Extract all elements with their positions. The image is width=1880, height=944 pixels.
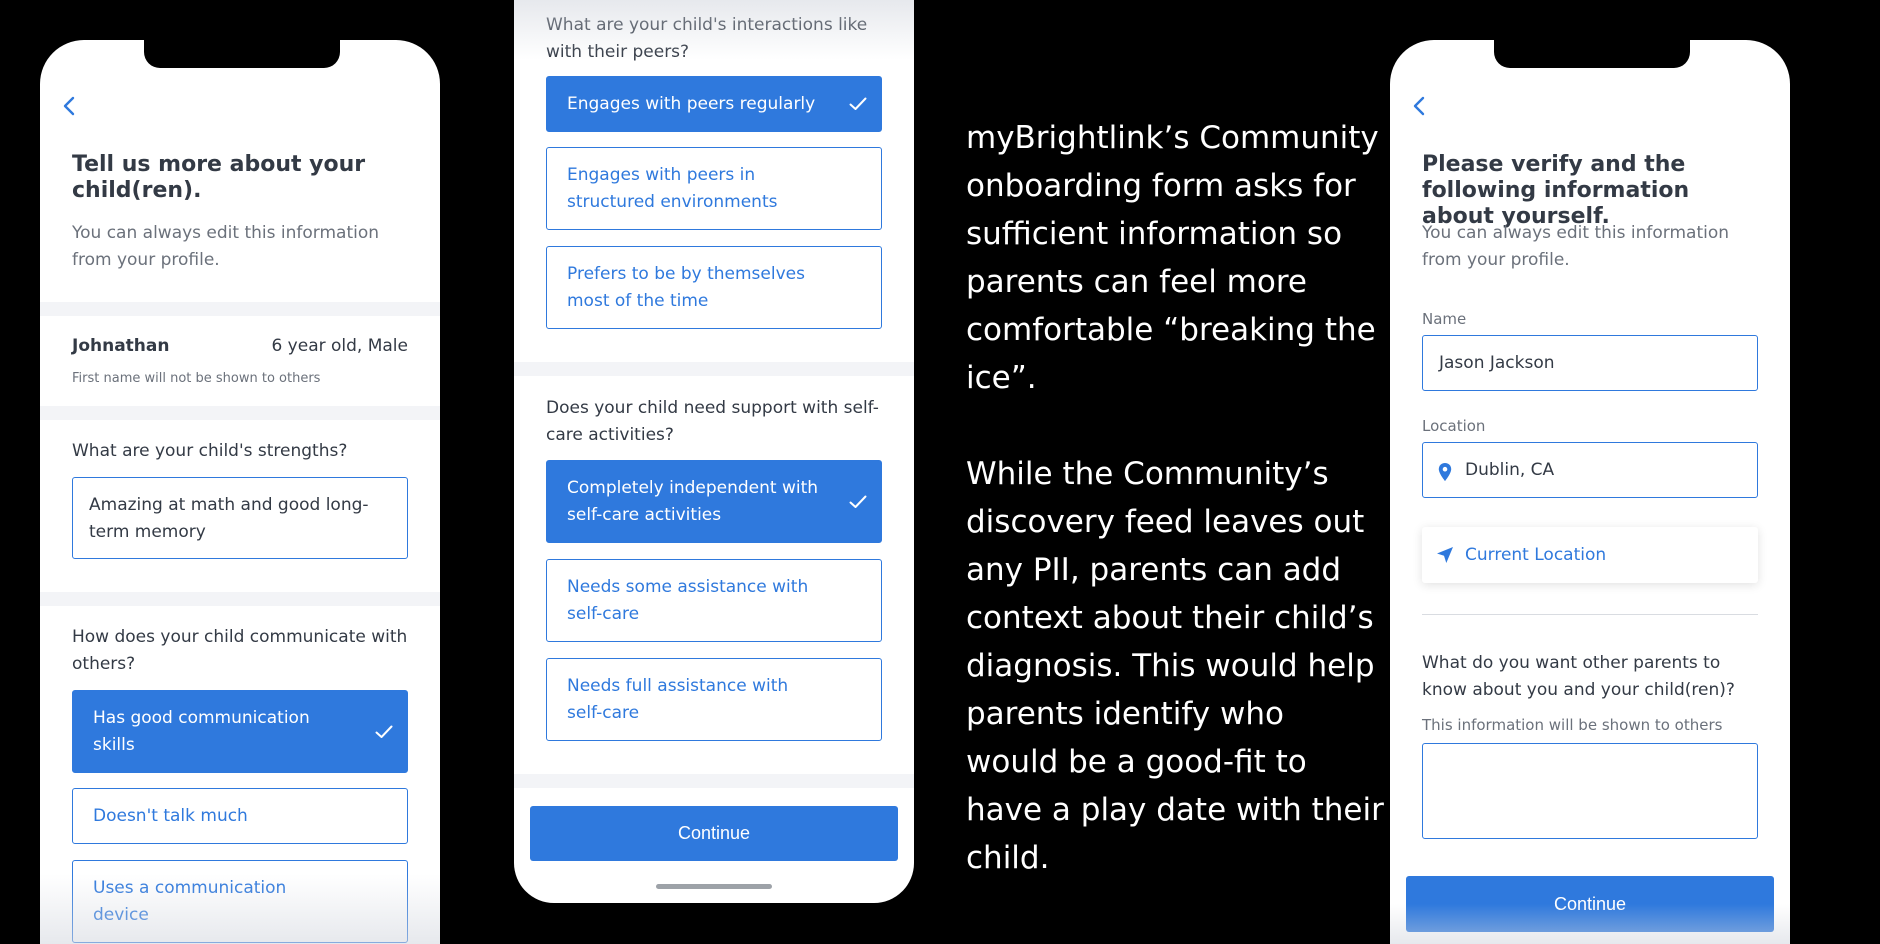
phone-notch (144, 40, 340, 68)
description-paragraph-2: While the Community’s discovery feed lea… (966, 456, 1384, 876)
checkmark-icon (375, 725, 393, 739)
option-engages-structured[interactable]: Engages with peers in structured environ… (546, 147, 882, 230)
phone-screen-child-info: Tell us more about your child(ren). You … (40, 40, 440, 944)
description-paragraph-1: myBrightlink’s Community onboarding form… (966, 120, 1379, 396)
option-label: Uses a communication device (93, 878, 287, 925)
location-field[interactable]: Dublin, CA (1422, 442, 1758, 498)
strengths-question: What are your child's strengths? (72, 441, 348, 461)
option-full-assistance[interactable]: Needs full assistance with self-care (546, 658, 882, 741)
description-text: myBrightlink’s Community onboarding form… (966, 114, 1386, 882)
about-note: This information will be shown to others (1422, 716, 1723, 734)
option-prefers-alone[interactable]: Prefers to be by themselves most of the … (546, 246, 882, 329)
back-chevron-icon[interactable] (58, 94, 82, 118)
navigation-arrow-icon (1436, 546, 1454, 564)
option-label: Has good communication skills (93, 708, 310, 755)
phone-notch (1494, 40, 1690, 68)
about-question: What do you want other parents to know a… (1422, 653, 1735, 700)
option-label: Completely independent with self-care ac… (567, 478, 819, 525)
location-value: Dublin, CA (1465, 460, 1555, 480)
about-textarea[interactable] (1422, 743, 1758, 839)
name-label: Name (1422, 310, 1467, 328)
section-divider (514, 362, 914, 376)
option-label: Doesn't talk much (93, 806, 248, 826)
section-divider (40, 302, 440, 316)
home-indicator (656, 884, 772, 889)
current-location-button[interactable]: Current Location (1422, 527, 1758, 583)
current-location-label: Current Location (1465, 545, 1607, 565)
checkmark-icon (849, 495, 867, 509)
section-divider (40, 406, 440, 420)
strengths-value: Amazing at math and good long-term memor… (89, 495, 369, 542)
phone-screen-child-behavior: What are your child's interactions like … (514, 0, 914, 903)
name-field[interactable]: Jason Jackson (1422, 335, 1758, 391)
option-label: Engages with peers in structured environ… (567, 165, 778, 212)
checkmark-icon (849, 97, 867, 111)
child-name: Johnathan (72, 336, 170, 356)
page-subtitle: You can always edit this information fro… (72, 223, 380, 270)
child-privacy-note: First name will not be shown to others (72, 371, 321, 386)
option-good-communication[interactable]: Has good communication skills (72, 690, 408, 773)
option-label: Prefers to be by themselves most of the … (567, 264, 805, 311)
location-label: Location (1422, 417, 1486, 435)
location-pin-icon (1437, 462, 1453, 482)
communication-question: How does your child communicate with oth… (72, 627, 408, 674)
option-label: Needs some assistance with self-care (567, 577, 809, 624)
option-label: Needs full assistance with self-care (567, 676, 789, 723)
option-doesnt-talk-much[interactable]: Doesn't talk much (72, 788, 408, 844)
page-title: Please verify and the following informat… (1422, 152, 1690, 229)
option-communication-device[interactable]: Uses a communication device (72, 860, 408, 943)
option-independent[interactable]: Completely independent with self-care ac… (546, 460, 882, 543)
page-title: Tell us more about your child(ren). (72, 152, 366, 203)
option-engages-regularly[interactable]: Engages with peers regularly (546, 76, 882, 132)
page-subtitle: You can always edit this information fro… (1422, 223, 1730, 270)
option-label: Engages with peers regularly (567, 94, 816, 114)
peers-question: What are your child's interactions like … (546, 15, 868, 62)
phone-screen-parent-info: Please verify and the following informat… (1390, 40, 1790, 944)
continue-button[interactable]: Continue (530, 806, 898, 861)
child-age-gender: 6 year old, Male (271, 336, 408, 356)
continue-button[interactable]: Continue (1406, 876, 1774, 932)
back-chevron-icon[interactable] (1408, 94, 1432, 118)
strengths-field[interactable]: Amazing at math and good long-term memor… (72, 477, 408, 559)
section-divider (514, 774, 914, 788)
section-divider (1422, 614, 1758, 615)
section-divider (40, 592, 440, 606)
option-some-assistance[interactable]: Needs some assistance with self-care (546, 559, 882, 642)
selfcare-question: Does your child need support with self-c… (546, 398, 879, 445)
name-value: Jason Jackson (1439, 353, 1555, 373)
